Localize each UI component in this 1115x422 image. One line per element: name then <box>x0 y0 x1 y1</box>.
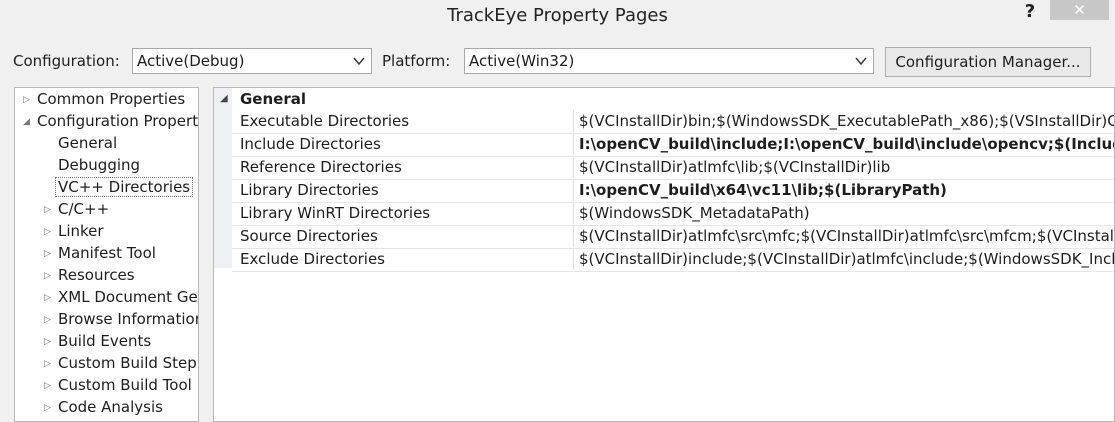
platform-label: Platform: <box>382 52 451 70</box>
tree-item-xml-document-generator[interactable]: ▷XML Document Generator <box>44 286 198 309</box>
configuration-manager-button[interactable]: Configuration Manager... <box>885 47 1091 77</box>
chevron-right-icon[interactable]: ▷ <box>44 221 58 243</box>
property-grid[interactable]: ◢ General Executable Directories $(VCIns… <box>213 87 1115 422</box>
property-row-library-winrt-directories[interactable]: Library WinRT Directories $(WindowsSDK_M… <box>232 202 1114 226</box>
tree-item-general[interactable]: General <box>58 132 117 154</box>
window-title: TrackEye Property Pages <box>447 5 668 26</box>
tree-item-linker[interactable]: ▷ Linker <box>44 220 104 242</box>
chevron-right-icon[interactable]: ▷ <box>44 353 58 375</box>
chevron-right-icon[interactable]: ▷ <box>44 309 58 331</box>
platform-dropdown[interactable]: Active(Win32) <box>464 48 874 74</box>
property-row-reference-directories[interactable]: Reference Directories $(VCInstallDir)atl… <box>232 156 1114 180</box>
chevron-right-icon[interactable]: ▷ <box>44 397 58 419</box>
tree-item-code-analysis[interactable]: ▷ Code Analysis <box>44 396 163 418</box>
chevron-right-icon[interactable]: ▷ <box>44 331 58 353</box>
collapse-triangle-icon[interactable]: ◢ <box>220 88 228 110</box>
close-button[interactable]: ✕ <box>1050 0 1109 20</box>
property-row-source-directories[interactable]: Source Directories $(VCInstallDir)atlmfc… <box>232 225 1114 249</box>
property-row-library-directories[interactable]: Library Directories I:\openCV_build\x64\… <box>232 179 1114 203</box>
chevron-right-icon[interactable]: ▷ <box>44 287 58 309</box>
tree-item-build-events[interactable]: ▷ Build Events <box>44 330 151 352</box>
help-button[interactable]: ? <box>1018 1 1042 23</box>
chevron-right-icon[interactable]: ▷ <box>44 265 58 287</box>
tree-item-configuration-properties[interactable]: ◢Configuration Properties <box>23 110 198 133</box>
tree-item-resources[interactable]: ▷ Resources <box>44 264 135 286</box>
tree-item-common-properties[interactable]: ▷ Common Properties <box>23 88 185 110</box>
tree-item-custom-build-tool[interactable]: ▷ Custom Build Tool <box>44 374 192 396</box>
tree-item-custom-build-step[interactable]: ▷ Custom Build Step <box>44 352 197 374</box>
chevron-right-icon[interactable]: ▷ <box>23 89 37 111</box>
grid-gutter <box>214 88 232 268</box>
tree-item-debugging[interactable]: Debugging <box>58 154 140 176</box>
close-icon: ✕ <box>1073 1 1086 19</box>
group-label: General <box>240 90 306 108</box>
tree-item-c-cpp[interactable]: ▷ C/C++ <box>44 198 109 220</box>
chevron-right-icon[interactable]: ▷ <box>44 375 58 397</box>
property-tree[interactable]: ▷ Common Properties ◢ Configuration Proper… <box>14 87 199 422</box>
configuration-dropdown[interactable]: Active(Debug) <box>132 48 372 74</box>
configuration-value: Active(Debug) <box>137 52 245 70</box>
tree-item-vc-directories[interactable]: VC++ Directories <box>55 176 194 198</box>
chevron-right-icon[interactable]: ▷ <box>44 243 58 265</box>
chevron-down-icon <box>353 57 365 66</box>
tree-item-browse-information[interactable]: ▷ Browse Information <box>44 308 198 331</box>
group-row-general[interactable]: ◢ General <box>214 88 1114 110</box>
chevron-right-icon[interactable]: ▷ <box>44 199 58 221</box>
property-row-executable-directories[interactable]: Executable Directories $(VCInstallDir)bi… <box>232 110 1114 134</box>
property-row-exclude-directories[interactable]: Exclude Directories $(VCInstallDir)inclu… <box>232 248 1114 272</box>
property-row-include-directories[interactable]: Include Directories I:\openCV_build\incl… <box>232 133 1114 157</box>
tree-item-manifest-tool[interactable]: ▷ Manifest Tool <box>44 242 156 264</box>
configuration-label: Configuration: <box>13 52 120 70</box>
chevron-down-icon[interactable]: ◢ <box>23 111 37 133</box>
platform-value: Active(Win32) <box>469 52 575 70</box>
title-bar: TrackEye Property Pages ? ✕ <box>0 0 1115 34</box>
chevron-down-icon <box>855 57 867 66</box>
